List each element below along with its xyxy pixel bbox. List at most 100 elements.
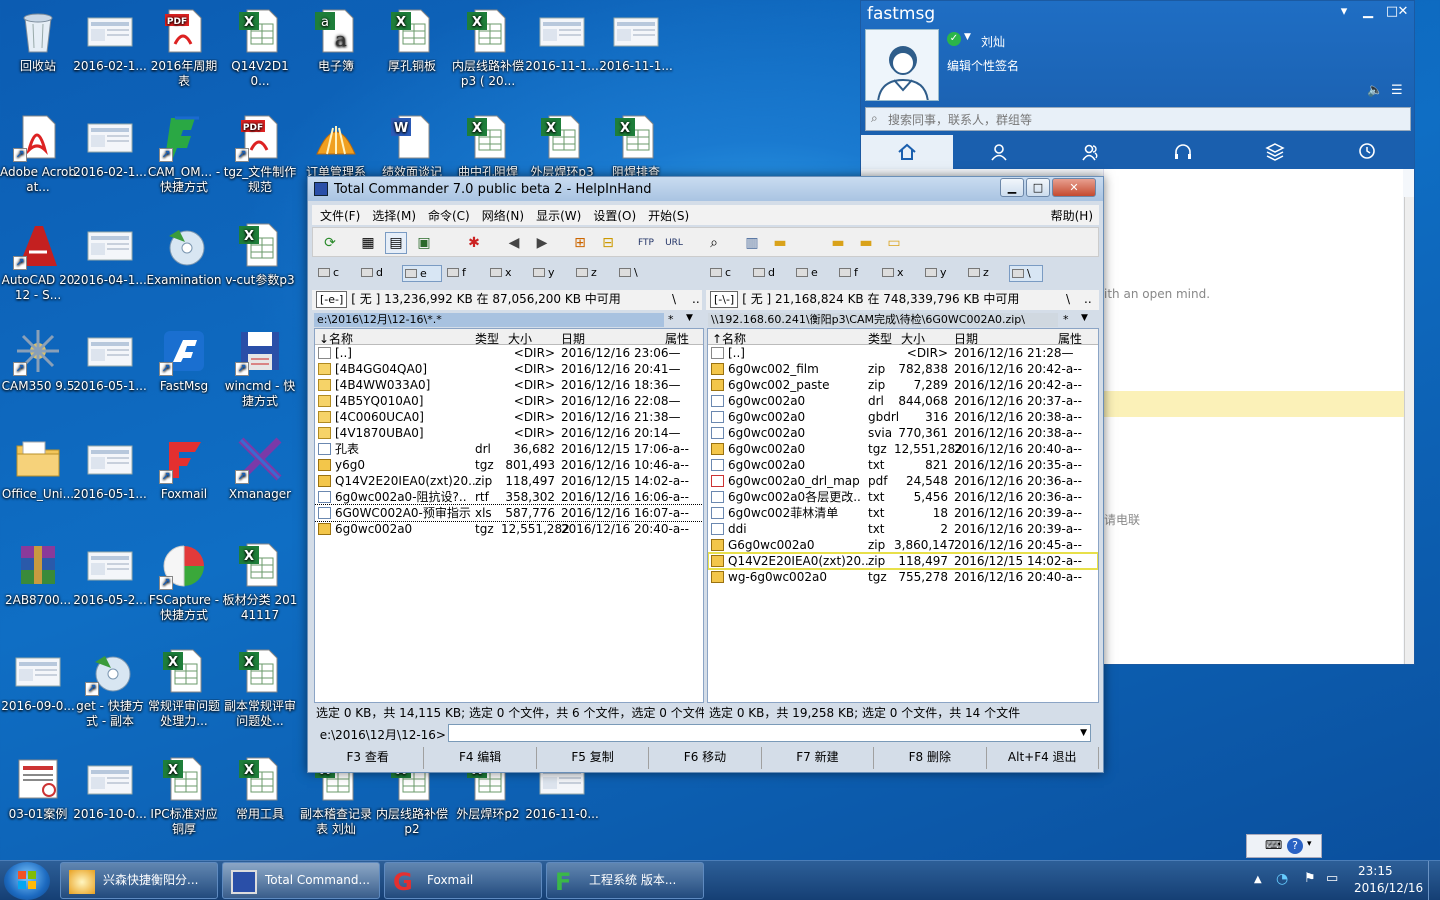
menu-item[interactable]: 文件(F): [312, 205, 364, 225]
drive-button[interactable]: \: [1009, 265, 1043, 282]
desktop-icon[interactable]: X IPC标准对应铜厚: [146, 750, 222, 854]
desktop-icon[interactable]: X 板材分类 20141117: [222, 536, 298, 640]
taskbar-item-explorer[interactable]: 兴森快捷衡阳分...: [60, 862, 218, 899]
menu-item[interactable]: 网络(N): [474, 205, 528, 225]
taskbar-item-total-commander[interactable]: Total Command...: [222, 862, 380, 899]
drive-button[interactable]: z: [574, 265, 614, 282]
drive-button[interactable]: c: [708, 265, 748, 282]
folder-open-icon[interactable]: ▭: [883, 232, 905, 254]
search-icon[interactable]: ⌕: [703, 232, 725, 254]
drive-button[interactable]: \: [617, 265, 651, 282]
file-row[interactable]: 6g0wc002菲林清单 txt 18 2016/12/16 20:39-a--: [708, 505, 1098, 521]
brief-view-icon[interactable]: ▦: [357, 232, 379, 254]
calculator-icon[interactable]: ▥: [741, 232, 763, 254]
desktop-icon[interactable]: Xv-cut参数p3: [222, 216, 298, 320]
scrollbar[interactable]: [1404, 197, 1414, 664]
file-row[interactable]: [4B5YQ010A0] <DIR> 2016/12/16 22:08—: [315, 393, 703, 409]
right-drive-combo[interactable]: [-\-]: [710, 291, 739, 308]
right-history-dropdown[interactable]: ▼: [1081, 313, 1088, 323]
desktop-icon[interactable]: 2016-05-1...: [72, 322, 148, 426]
file-row[interactable]: 6g0wc002_paste zip 7,289 2016/12/16 20:42-a…: [708, 377, 1098, 393]
file-row[interactable]: Q14V2E20IEA0(zxt)20.. zip 118,497 2016/12/1…: [708, 552, 1098, 570]
desktop-icon[interactable]: ↗ get - 快捷方式 - 副本: [72, 642, 148, 746]
file-row[interactable]: 孔表 drl 36,682 2016/12/15 17:06-a--: [315, 441, 703, 457]
flag-tray-icon[interactable]: ⚑: [1304, 871, 1316, 886]
ftp-icon[interactable]: FTP: [635, 232, 657, 254]
folder-sync-icon[interactable]: ▬: [855, 232, 877, 254]
left-history-star[interactable]: *: [668, 313, 674, 326]
desktop-icon[interactable]: 03-01案例: [0, 750, 76, 854]
file-row[interactable]: 6g0wc002a0 gbdrl 316 2016/12/16 20:38-a--: [708, 409, 1098, 425]
pack-icon[interactable]: ⊞: [569, 232, 591, 254]
desktop-icon[interactable]: 2016-10-0...: [72, 750, 148, 854]
help-icon[interactable]: ?: [1287, 838, 1303, 854]
right-up-button[interactable]: ..: [1084, 290, 1092, 309]
avatar[interactable]: [865, 29, 939, 101]
network-tray-icon[interactable]: ◔: [1276, 871, 1288, 887]
unpack-icon[interactable]: ⊟: [597, 232, 619, 254]
desktop-icon[interactable]: 2016-05-2...: [72, 536, 148, 640]
close-button[interactable]: ✕: [1391, 3, 1415, 21]
file-row[interactable]: ddi txt 2 2016/12/16 20:39-a--: [708, 521, 1098, 537]
file-row[interactable]: Q14V2E20IEA0(zxt)20.. zip 118,497 2016/12/1…: [315, 473, 703, 489]
left-history-dropdown[interactable]: ▼: [686, 313, 693, 323]
tab-apps[interactable]: [1229, 135, 1321, 169]
file-row[interactable]: 6g0wc002a0各层更改.. txt 5,456 2016/12/16 20:36…: [708, 489, 1098, 505]
status-dropdown-icon[interactable]: ▼: [964, 32, 971, 42]
forward-icon[interactable]: ▶: [531, 232, 553, 254]
desktop-icon[interactable]: Examination: [146, 216, 222, 320]
desktop-icon[interactable]: PDF 2016年周期表: [146, 2, 222, 106]
menu-item[interactable]: 选择(M): [364, 205, 420, 225]
search-input[interactable]: 搜索同事，联系人，群组等: [865, 107, 1411, 131]
drive-button[interactable]: x: [488, 265, 528, 282]
desktop-icon[interactable]: X Q14V2D10...: [222, 2, 298, 106]
tray-expand-icon[interactable]: ▲: [1254, 874, 1262, 885]
desktop-icon[interactable]: 2016-02-1...: [72, 108, 148, 212]
folder-icon-2[interactable]: ▬: [827, 232, 849, 254]
tab-groups[interactable]: [1045, 135, 1137, 169]
desktop-icon[interactable]: X 内层线路补偿p3 ( 20...: [450, 2, 526, 106]
desktop-icon[interactable]: Office_Uni...: [0, 430, 76, 534]
skin-icon[interactable]: ▾: [1331, 3, 1357, 21]
function-key-button[interactable]: F5 复制: [537, 747, 650, 769]
file-row[interactable]: 6g0wc002a0-阻抗设?.. rtf 358,302 2016/12/16 16…: [315, 489, 703, 505]
drive-button[interactable]: f: [837, 265, 877, 282]
file-row[interactable]: 6g0wc002a0 tgz 12,551,282 2016/12/16 20:40-…: [315, 521, 703, 537]
file-row[interactable]: [4C0060UCA0] <DIR> 2016/12/16 21:38—: [315, 409, 703, 425]
tab-home[interactable]: [861, 135, 953, 169]
menu-item[interactable]: 设置(O): [585, 205, 640, 225]
desktop-icon[interactable]: 2016-02-1...: [72, 2, 148, 106]
drive-button[interactable]: d: [751, 265, 791, 282]
language-bar[interactable]: ⌨ ? ▾: [1246, 834, 1322, 858]
function-key-button[interactable]: Alt+F4 退出: [987, 747, 1099, 769]
file-row[interactable]: G6g0wc002a0 zip 3,860,147 2016/12/16 20:45-…: [708, 537, 1098, 553]
menu-item-help[interactable]: 帮助(H): [1043, 205, 1099, 225]
title-bar[interactable]: Total Commander 7.0 public beta 2 - Help…: [308, 177, 1103, 201]
refresh-icon[interactable]: ⟳: [319, 232, 341, 254]
drive-button[interactable]: z: [966, 265, 1006, 282]
folder-icon[interactable]: ▬: [769, 232, 791, 254]
command-line-input[interactable]: ▼: [448, 724, 1091, 742]
file-row[interactable]: 6G0WC002A0-预审指示 xls 587,776 2016/12/16 16:0…: [315, 504, 703, 522]
function-key-button[interactable]: F7 新建: [762, 747, 875, 769]
sound-icon[interactable]: 🔈: [1367, 83, 1383, 98]
file-row[interactable]: 6g0wc002_film zip 782,838 2016/12/16 20:42-…: [708, 361, 1098, 377]
signature[interactable]: 编辑个性签名: [947, 57, 1019, 74]
file-row[interactable]: 6g0wc002a0 svia 770,361 2016/12/16 20:38-a-…: [708, 425, 1098, 441]
thumbnail-view-icon[interactable]: ▣: [413, 232, 435, 254]
drive-button[interactable]: d: [359, 265, 399, 282]
desktop-icon[interactable]: ↗ Adobe Acrobat...: [0, 108, 76, 212]
total-commander-window[interactable]: Total Commander 7.0 public beta 2 - Help…: [307, 176, 1104, 773]
function-key-button[interactable]: F8 删除: [874, 747, 987, 769]
clock-date[interactable]: 2016/12/16: [1354, 881, 1423, 895]
function-key-button[interactable]: F3 查看: [312, 747, 425, 769]
file-row[interactable]: [4B4GG04QA0] <DIR> 2016/12/16 20:41—: [315, 361, 703, 377]
options-icon[interactable]: ▾: [1307, 839, 1312, 849]
desktop-icon[interactable]: ↗ Foxmail: [146, 430, 222, 534]
desktop-icon[interactable]: ↗ FSCapture - 快捷方式: [146, 536, 222, 640]
menu-item[interactable]: 显示(W): [528, 205, 585, 225]
taskbar-item-engineering[interactable]: F 工程系统 版本...: [546, 862, 704, 899]
clock-time[interactable]: 23:15: [1358, 864, 1393, 878]
desktop-icon[interactable]: ↗ CAM350 9.5: [0, 322, 76, 426]
desktop-icon[interactable]: X 副本常规评审问题处...: [222, 642, 298, 746]
